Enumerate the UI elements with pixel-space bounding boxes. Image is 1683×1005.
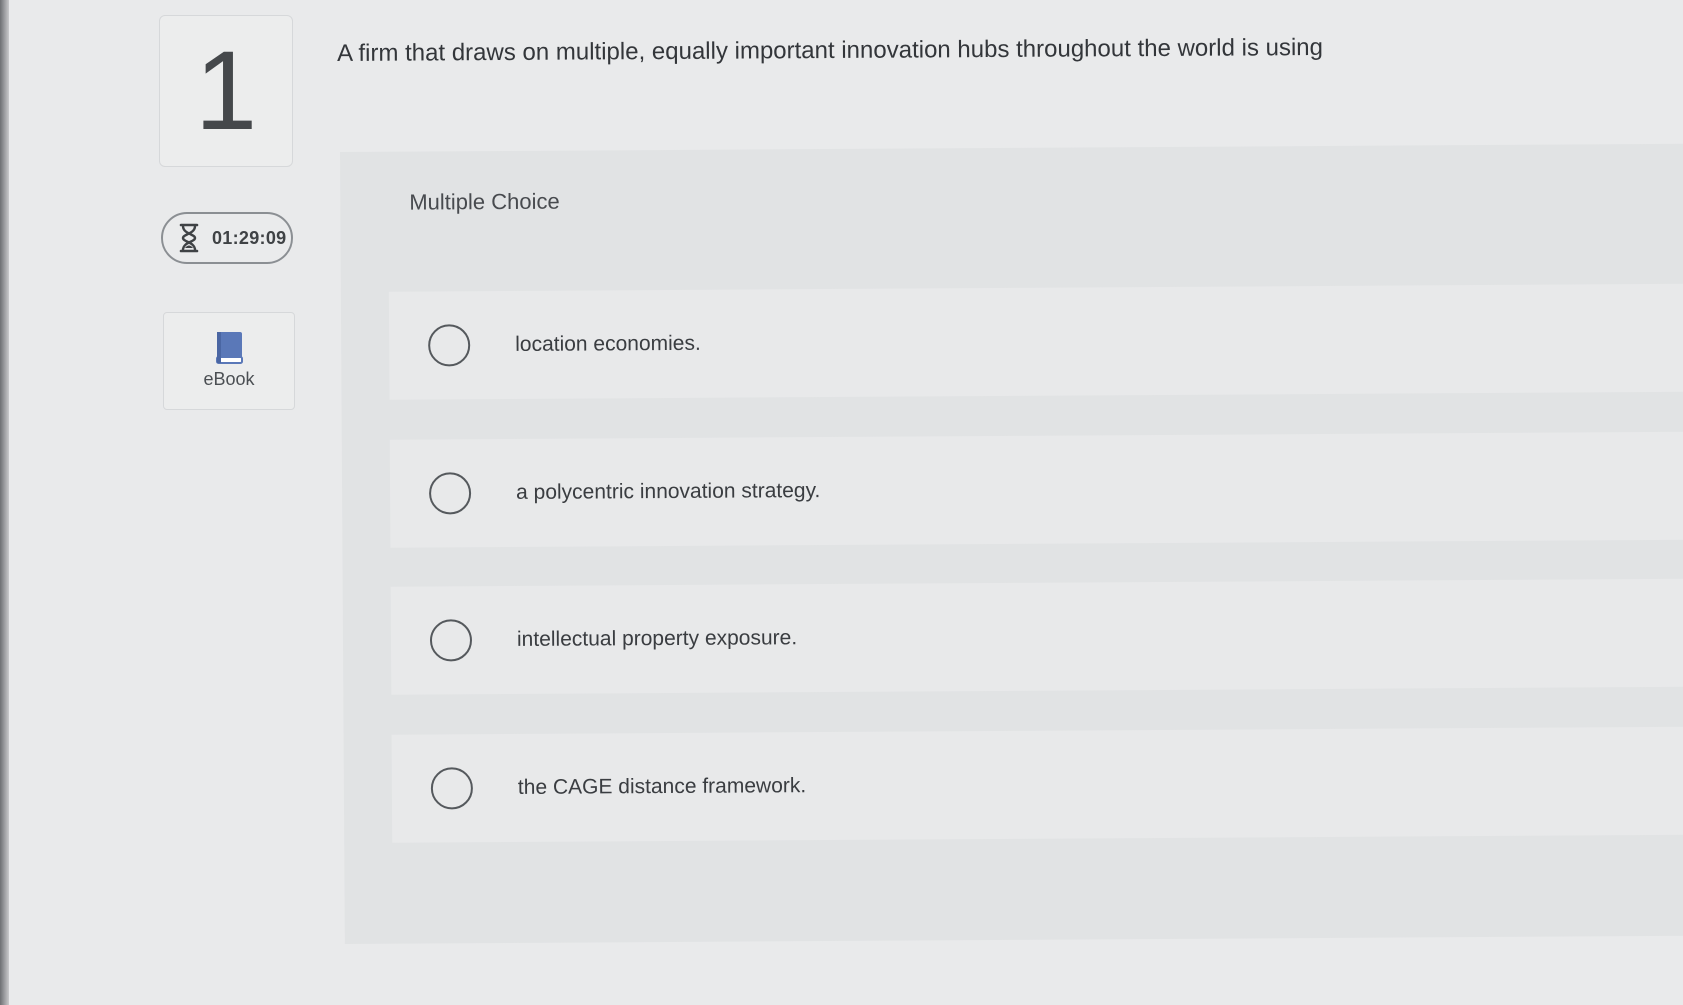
ebook-button[interactable]: eBook (163, 312, 295, 410)
timer-badge[interactable]: 01:29:09 (161, 212, 293, 264)
answer-option-text: intellectual property exposure. (516, 626, 798, 651)
answer-option[interactable]: a polycentric innovation strategy. (389, 431, 1683, 548)
radio-button[interactable] (428, 472, 472, 515)
answer-option-text: a polycentric innovation strategy. (516, 479, 821, 504)
answer-option[interactable]: location economies. (388, 283, 1683, 400)
hourglass-icon (179, 223, 199, 253)
answer-option-text: location economies. (515, 331, 701, 356)
answer-option-text: the CAGE distance framework. (517, 774, 807, 799)
question-type-label: Multiple Choice (409, 188, 560, 215)
ebook-label: eBook (203, 369, 255, 389)
question-text: A firm that draws on multiple, equally i… (337, 33, 1324, 67)
radio-button[interactable] (430, 767, 474, 810)
radio-button[interactable] (429, 619, 473, 662)
question-number: 1 (194, 28, 258, 153)
timer-value: 01:29:09 (212, 227, 287, 248)
screen-edge (0, 0, 9, 1005)
answer-option[interactable]: the CAGE distance framework. (391, 726, 1683, 843)
answer-option[interactable]: intellectual property exposure. (390, 578, 1683, 695)
book-icon (216, 332, 243, 364)
radio-button[interactable] (428, 324, 471, 367)
answer-panel: Multiple Choice location economies. a po… (340, 143, 1683, 944)
question-number-box: 1 (159, 15, 293, 167)
